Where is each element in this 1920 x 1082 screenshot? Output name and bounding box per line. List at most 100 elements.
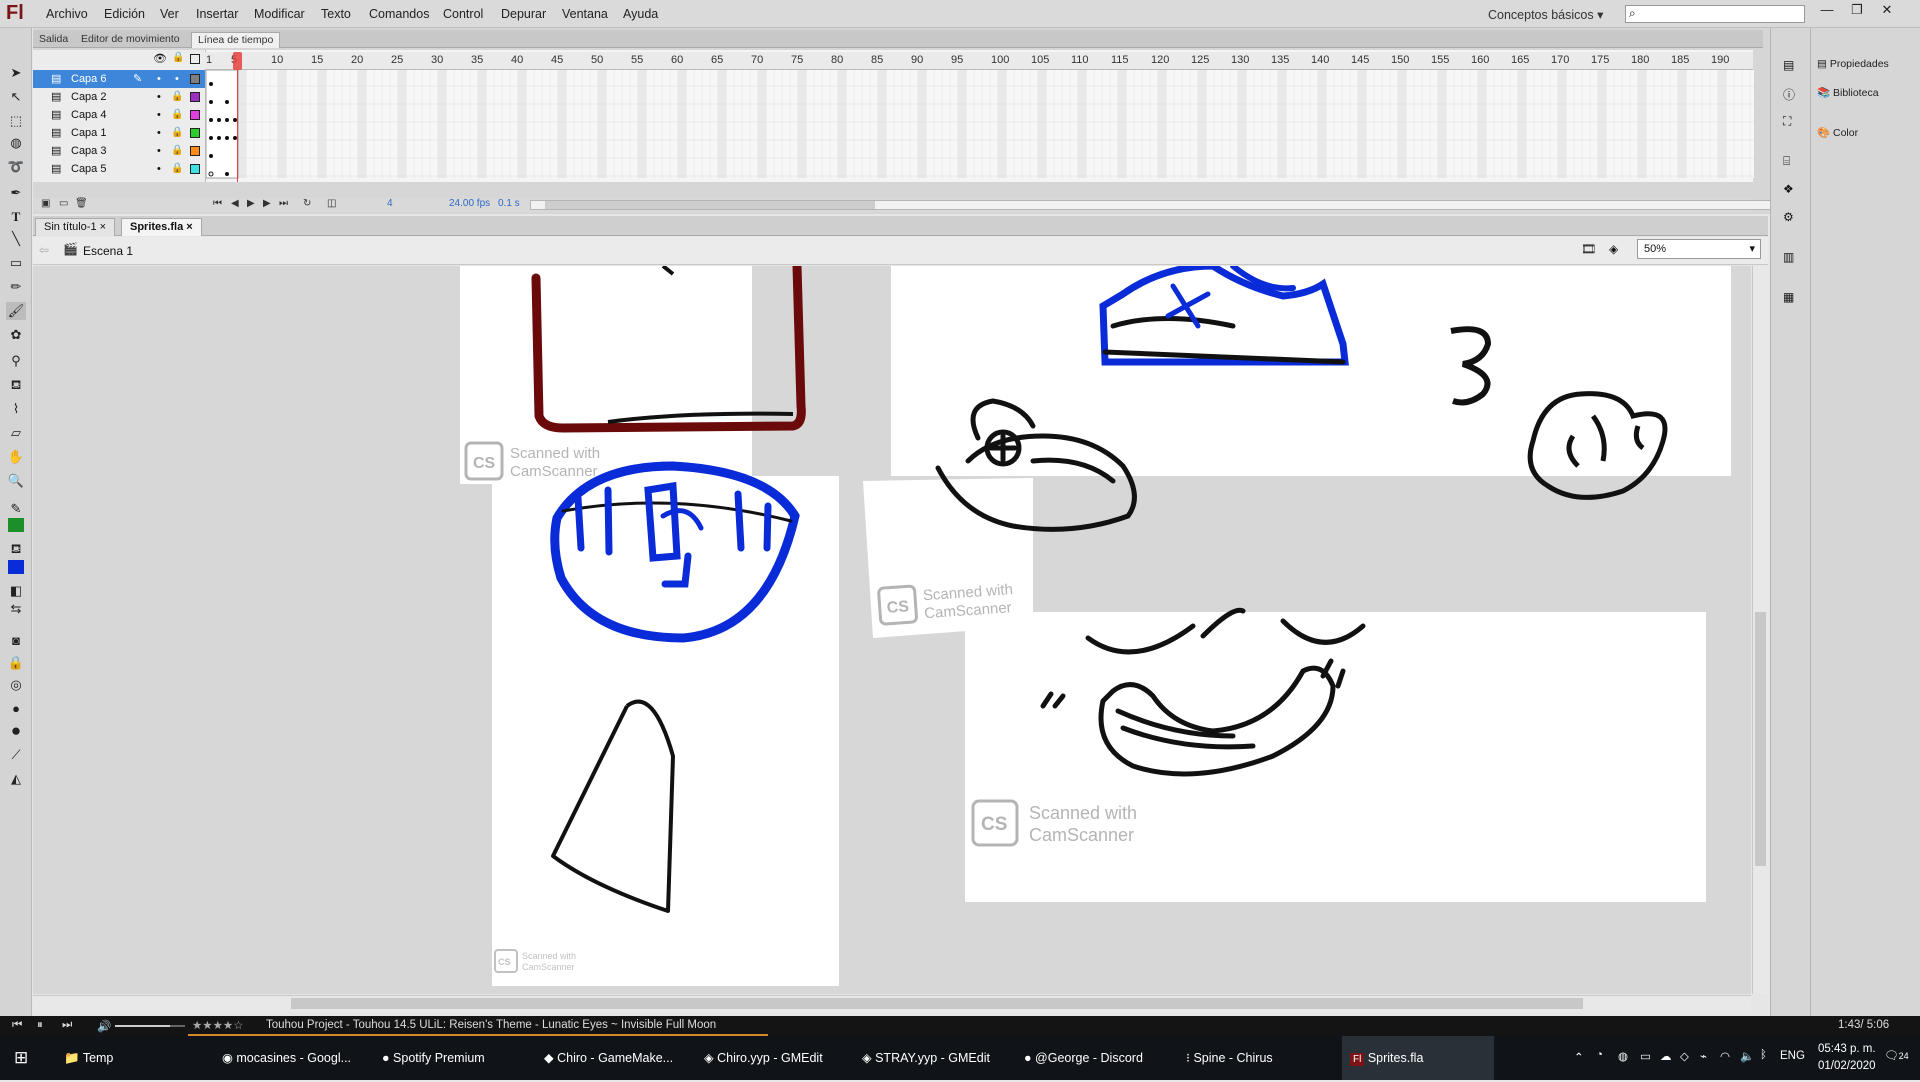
selection-tool-icon[interactable]: ➤ — [6, 64, 26, 82]
layer-row[interactable]: ▤ Capa 4 • 🔒 — [33, 106, 205, 124]
frame-rate[interactable]: 24.00 fps — [449, 198, 490, 209]
lock-icon[interactable]: 🔒 — [172, 52, 184, 63]
minimize-button[interactable]: — — [1814, 2, 1840, 22]
tab-salida[interactable]: Salida — [33, 32, 74, 48]
deco-tool-icon[interactable]: ✿ — [6, 326, 26, 344]
brush-shape-icon[interactable]: ● — [6, 722, 26, 740]
menu-ventana[interactable]: Ventana — [562, 7, 608, 21]
playhead[interactable] — [233, 52, 242, 70]
tab-linea-de-tiempo[interactable]: Línea de tiempo — [191, 32, 281, 48]
panel-biblioteca[interactable]: 📚 Biblioteca — [1817, 86, 1879, 99]
clock-time[interactable]: 05:43 p. m. — [1818, 1043, 1876, 1055]
workspace-switcher[interactable]: Conceptos básicos ▾ — [1488, 7, 1603, 22]
layer-row[interactable]: ▤ Capa 2 • 🔒 — [33, 88, 205, 106]
steam-icon[interactable]: ◍ — [1618, 1049, 1628, 1063]
layer-outline-color[interactable] — [190, 110, 200, 120]
pause-icon[interactable]: ⏸ — [37, 1019, 43, 1032]
tilt-icon[interactable]: ◭ — [6, 770, 26, 788]
close-icon[interactable]: × — [100, 221, 106, 233]
fill-color-swatch[interactable] — [8, 560, 24, 574]
tab-sprites[interactable]: Sprites.fla × — [121, 218, 202, 236]
menu-depurar[interactable]: Depurar — [501, 7, 546, 21]
clock-date[interactable]: 01/02/2020 — [1818, 1060, 1876, 1072]
stage-hscrollbar[interactable] — [33, 995, 1751, 1011]
eyedropper-tool-icon[interactable]: ⌇ — [6, 400, 26, 418]
taskbar-item[interactable]: ● @George - Discord — [1024, 1036, 1143, 1080]
tray-chevron-icon[interactable]: ⌃ — [1574, 1050, 1584, 1064]
new-layer-icon[interactable]: ▣ — [41, 198, 50, 209]
layer-row[interactable]: ▤ Capa 1 • 🔒 — [33, 124, 205, 142]
help-search-input[interactable]: ⌕ — [1625, 5, 1805, 23]
network-icon[interactable]: ◠ — [1720, 1049, 1730, 1063]
align-panel-icon[interactable]: ▤ — [1783, 58, 1794, 72]
menu-comandos[interactable]: Comandos — [369, 7, 429, 21]
notification-center[interactable]: 🗨24 — [1884, 1048, 1909, 1062]
line-tool-icon[interactable]: ╲ — [6, 230, 26, 248]
layer-outline-color[interactable] — [190, 74, 200, 84]
history-panel-icon[interactable]: ▥ — [1783, 250, 1794, 264]
scroll-thumb[interactable] — [291, 998, 1583, 1009]
taskbar-item[interactable]: ⁝ Spine - Chirus — [1186, 1036, 1273, 1080]
brush-tool-icon[interactable]: 🖌 — [6, 302, 26, 320]
menu-control[interactable]: Control — [443, 7, 483, 21]
lock-fill-icon[interactable]: 🔒 — [6, 654, 26, 672]
3d-rotation-tool-icon[interactable]: ◍ — [6, 134, 26, 152]
motion-presets-icon[interactable]: ⚙ — [1783, 210, 1794, 224]
scene-name[interactable]: Escena 1 — [83, 244, 133, 258]
zoom-tool-icon[interactable]: 🔍 — [6, 472, 26, 490]
taskbar-item[interactable]: ◈ Chiro.yyp - GMEdit — [704, 1036, 823, 1080]
stroke-color-swatch[interactable] — [8, 518, 24, 532]
cloud-icon[interactable]: ☁ — [1660, 1049, 1672, 1063]
menu-ver[interactable]: Ver — [160, 7, 179, 21]
scroll-thumb[interactable] — [545, 201, 875, 209]
rectangle-tool-icon[interactable]: ▭ — [6, 254, 26, 272]
menu-insertar[interactable]: Insertar — [196, 7, 238, 21]
next-track-icon[interactable]: ⏭ — [62, 1019, 72, 1032]
back-arrow-icon[interactable]: ⇦ — [39, 243, 49, 257]
info-panel-icon[interactable]: ⓘ — [1783, 86, 1795, 103]
text-tool-icon[interactable]: T — [6, 208, 26, 226]
outline-icon[interactable] — [190, 54, 200, 64]
loop-icon[interactable]: ↻ — [303, 198, 311, 209]
eraser-tool-icon[interactable]: ▱ — [6, 424, 26, 442]
usb-icon[interactable]: ⌁ — [1700, 1049, 1707, 1063]
paint-bucket-tool-icon[interactable]: ⛾ — [6, 376, 26, 394]
default-colors-icon[interactable]: ◧ — [6, 582, 26, 600]
play-icon[interactable]: ▶ — [247, 198, 255, 209]
menu-edicion[interactable]: Edición — [104, 7, 145, 21]
bluetooth-icon[interactable]: ᛒ — [1760, 1049, 1767, 1061]
taskbar-item-active[interactable]: Fl Sprites.fla — [1342, 1036, 1494, 1080]
pressure-icon[interactable]: ⟋ — [6, 746, 26, 764]
timeline-ruler[interactable]: 1510152025303540455055606570758085909510… — [205, 52, 1753, 70]
tray-app-icon[interactable]: ◔ — [1596, 1049, 1603, 1061]
taskbar-item[interactable]: ◉ mocasines - Googl... — [222, 1036, 351, 1080]
scroll-thumb[interactable] — [1755, 612, 1766, 866]
layer-outline-color[interactable] — [190, 164, 200, 174]
layer-outline-color[interactable] — [190, 92, 200, 102]
close-button[interactable]: ✕ — [1874, 2, 1900, 22]
brush-size-small-icon[interactable]: ● — [6, 700, 26, 718]
timeline-hscrollbar[interactable] — [530, 200, 1782, 210]
scene-panel-icon[interactable]: ▦ — [1783, 290, 1794, 304]
volume-icon[interactable]: 🔈 — [1740, 1049, 1754, 1063]
hand-tool-icon[interactable]: ✋ — [6, 448, 26, 466]
stage-vscrollbar[interactable] — [1752, 266, 1768, 994]
start-button-icon[interactable]: ⊞ — [14, 1036, 28, 1080]
taskbar-item[interactable]: 📁 Temp — [64, 1036, 113, 1080]
layer-row[interactable]: ▤ Capa 6 ✎ • • — [33, 70, 205, 88]
prev-frame-icon[interactable]: ◀ — [231, 198, 239, 209]
dropbox-icon[interactable]: ◇ — [1680, 1049, 1689, 1063]
transform-panel-icon[interactable]: ⛶ — [1783, 114, 1791, 129]
restore-button[interactable]: ❐ — [1844, 2, 1870, 22]
edit-symbol-icon[interactable]: ◈ — [1609, 242, 1618, 256]
zoom-select[interactable]: 50% ▾ — [1637, 239, 1761, 259]
swap-colors-icon[interactable]: ⇆ — [6, 600, 26, 618]
pen-tool-icon[interactable]: ✒ — [6, 184, 26, 202]
bone-tool-icon[interactable]: ⚲ — [6, 352, 26, 370]
next-frame-icon[interactable]: ▶ — [263, 198, 271, 209]
first-frame-icon[interactable]: ⏮ — [213, 198, 222, 209]
components-icon[interactable]: ❖ — [1783, 182, 1794, 196]
taskbar-item[interactable]: ● Spotify Premium — [382, 1036, 485, 1080]
object-drawing-icon[interactable]: ◙ — [6, 632, 26, 650]
rating-stars[interactable]: ★★★★☆ — [192, 1018, 244, 1032]
